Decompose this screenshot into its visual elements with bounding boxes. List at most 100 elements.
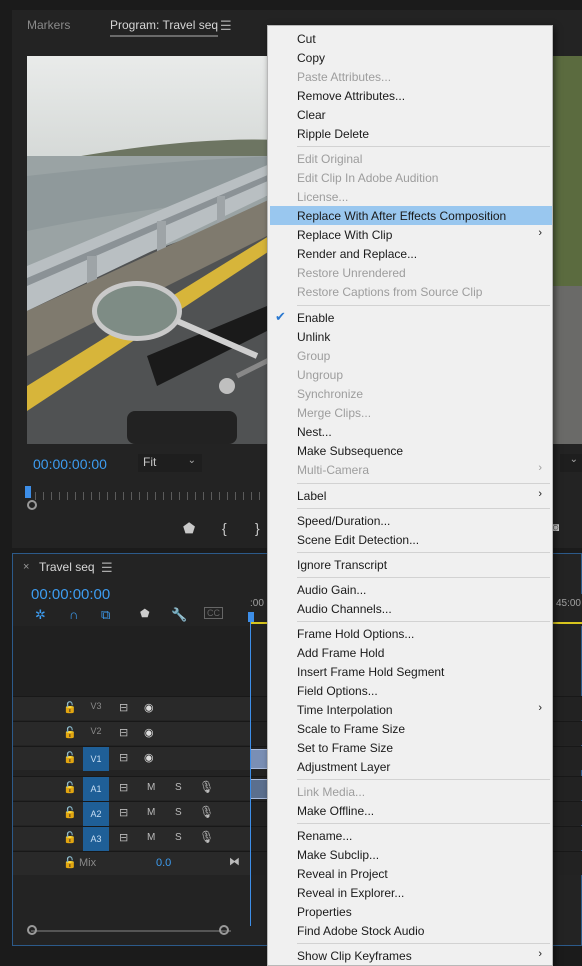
menu-item-time-interpolation[interactable]: Time Interpolation ›: [268, 700, 552, 719]
sync-lock-icon[interactable]: ⊟: [119, 831, 128, 844]
menu-item-clear[interactable]: Clear: [268, 105, 552, 124]
menu-item-make-subsequence[interactable]: Make Subsequence: [268, 441, 552, 460]
menu-item-reveal-in-project[interactable]: Reveal in Project: [268, 864, 552, 883]
close-icon[interactable]: ×: [23, 561, 29, 573]
solo-button[interactable]: S: [175, 782, 182, 793]
menu-item-find-adobe-stock-audio[interactable]: Find Adobe Stock Audio: [268, 921, 552, 940]
mute-button[interactable]: M: [147, 832, 155, 843]
menu-item-frame-hold-options[interactable]: Frame Hold Options...: [268, 624, 552, 643]
menu-item-make-subclip[interactable]: Make Subclip...: [268, 845, 552, 864]
microphone-icon[interactable]: 🎙: [199, 830, 214, 844]
menu-item-enable[interactable]: ✔ Enable: [268, 308, 552, 327]
playhead-marker[interactable]: [25, 486, 31, 498]
microphone-icon[interactable]: 🎙: [199, 805, 214, 819]
menu-item-adjustment-layer[interactable]: Adjustment Layer: [268, 757, 552, 776]
sync-lock-icon[interactable]: ⊟: [119, 726, 128, 739]
tab-program[interactable]: Program: Travel seq: [110, 18, 219, 37]
menu-item-render-and-replace[interactable]: Render and Replace...: [268, 244, 552, 263]
export-frame-icon[interactable]: ◙: [552, 520, 559, 534]
eye-icon[interactable]: ◉: [144, 726, 154, 739]
mark-out-icon[interactable]: }: [255, 520, 260, 536]
mute-button[interactable]: M: [147, 782, 155, 793]
menu-item-insert-frame-hold-segment[interactable]: Insert Frame Hold Segment: [268, 662, 552, 681]
track-name[interactable]: V2: [83, 726, 109, 736]
eye-icon[interactable]: ◉: [144, 751, 154, 764]
menu-separator: [297, 483, 550, 484]
menu-item-replace-with-ae-composition[interactable]: Replace With After Effects Composition: [270, 206, 552, 225]
fit-dropdown[interactable]: Fit ⌄: [138, 454, 202, 472]
lock-icon[interactable]: 🔓: [63, 701, 77, 714]
menu-item-unlink[interactable]: Unlink: [268, 327, 552, 346]
menu-label: Speed/Duration...: [297, 514, 391, 528]
menu-label: Show Clip Keyframes: [297, 949, 412, 963]
linked-selection-icon[interactable]: ⧉: [101, 607, 110, 623]
zoom-scroll-handle[interactable]: [27, 500, 37, 510]
sync-lock-icon[interactable]: ⊟: [119, 781, 128, 794]
menu-item-copy[interactable]: Copy: [268, 48, 552, 67]
solo-button[interactable]: S: [175, 832, 182, 843]
menu-item-ripple-delete[interactable]: Ripple Delete: [268, 124, 552, 143]
program-timecode[interactable]: 00:00:00:00: [33, 456, 107, 472]
track-name[interactable]: V3: [83, 701, 109, 711]
sync-lock-icon[interactable]: ⊟: [119, 751, 128, 764]
scroll-handle-left[interactable]: [27, 925, 37, 935]
menu-item-scene-edit-detection[interactable]: Scene Edit Detection...: [268, 530, 552, 549]
menu-item-nest[interactable]: Nest...: [268, 422, 552, 441]
scroll-handle-right[interactable]: [219, 925, 229, 935]
track-name[interactable]: V1: [83, 747, 109, 771]
lock-icon[interactable]: 🔓: [63, 856, 77, 869]
menu-item-ignore-transcript[interactable]: Ignore Transcript: [268, 555, 552, 574]
lock-icon[interactable]: 🔓: [63, 751, 77, 764]
scrollbar-track[interactable]: [31, 930, 231, 932]
menu-item-reveal-in-explorer[interactable]: Reveal in Explorer...: [268, 883, 552, 902]
menu-item-cut[interactable]: Cut: [268, 29, 552, 48]
panel-menu-icon[interactable]: ☰: [220, 18, 232, 34]
add-marker-icon[interactable]: ⬟: [140, 607, 150, 620]
captions-icon[interactable]: CC: [204, 607, 223, 619]
mark-in-icon[interactable]: {: [222, 520, 227, 536]
menu-item-properties[interactable]: Properties: [268, 902, 552, 921]
lock-icon[interactable]: 🔓: [63, 781, 77, 794]
wrench-icon[interactable]: 🔧: [171, 607, 187, 623]
mix-volume-value[interactable]: 0.0: [156, 857, 171, 869]
track-name[interactable]: A2: [83, 802, 109, 826]
menu-item-set-to-frame-size[interactable]: Set to Frame Size: [268, 738, 552, 757]
panel-menu-icon[interactable]: ☰: [101, 560, 113, 576]
nest-toggle-icon[interactable]: ✲: [35, 607, 46, 623]
snap-magnet-icon[interactable]: ∩: [69, 607, 78, 622]
track-name[interactable]: A3: [83, 827, 109, 851]
solo-button[interactable]: S: [175, 807, 182, 818]
menu-label: Ignore Transcript: [297, 558, 388, 572]
playhead-handle[interactable]: [248, 612, 254, 622]
tab-markers[interactable]: Markers: [27, 18, 70, 32]
sync-lock-icon[interactable]: ⊟: [119, 806, 128, 819]
eye-icon[interactable]: ◉: [144, 701, 154, 714]
menu-item-audio-channels[interactable]: Audio Channels...: [268, 599, 552, 618]
lock-icon[interactable]: 🔓: [63, 831, 77, 844]
menu-item-remove-attributes[interactable]: Remove Attributes...: [268, 86, 552, 105]
microphone-icon[interactable]: 🎙: [199, 780, 214, 794]
menu-item-edit-original: Edit Original: [268, 149, 552, 168]
timeline-timecode[interactable]: 00:00:00:00: [31, 586, 110, 603]
menu-item-scale-to-frame-size[interactable]: Scale to Frame Size: [268, 719, 552, 738]
menu-item-replace-with-clip[interactable]: Replace With Clip ›: [268, 225, 552, 244]
menu-item-audio-gain[interactable]: Audio Gain...: [268, 580, 552, 599]
sync-lock-icon[interactable]: ⊟: [119, 701, 128, 714]
mute-button[interactable]: M: [147, 807, 155, 818]
menu-item-merge-clips: Merge Clips...: [268, 403, 552, 422]
tab-sequence[interactable]: Travel seq: [39, 560, 95, 574]
menu-item-speed-duration[interactable]: Speed/Duration...: [268, 511, 552, 530]
menu-item-add-frame-hold[interactable]: Add Frame Hold: [268, 643, 552, 662]
go-to-end-icon[interactable]: ⧓: [229, 855, 240, 868]
menu-item-field-options[interactable]: Field Options...: [268, 681, 552, 700]
lock-icon[interactable]: 🔓: [63, 726, 77, 739]
menu-item-show-clip-keyframes[interactable]: Show Clip Keyframes ›: [268, 946, 552, 965]
menu-item-make-offline[interactable]: Make Offline...: [268, 801, 552, 820]
menu-item-restore-unrendered: Restore Unrendered: [268, 263, 552, 282]
track-name[interactable]: A1: [83, 777, 109, 801]
marker-icon[interactable]: ⬟: [183, 520, 195, 537]
playback-resolution-dropdown[interactable]: ⌄: [560, 454, 582, 472]
menu-item-rename[interactable]: Rename...: [268, 826, 552, 845]
menu-item-label[interactable]: Label ›: [268, 486, 552, 505]
lock-icon[interactable]: 🔓: [63, 806, 77, 819]
